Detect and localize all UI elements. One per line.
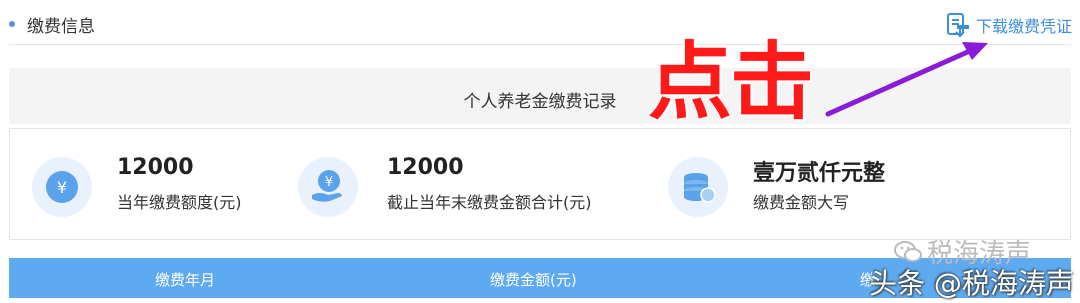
toutiao-watermark: 头条 @税海涛声 [869, 267, 1074, 300]
wechat-icon [894, 240, 922, 262]
